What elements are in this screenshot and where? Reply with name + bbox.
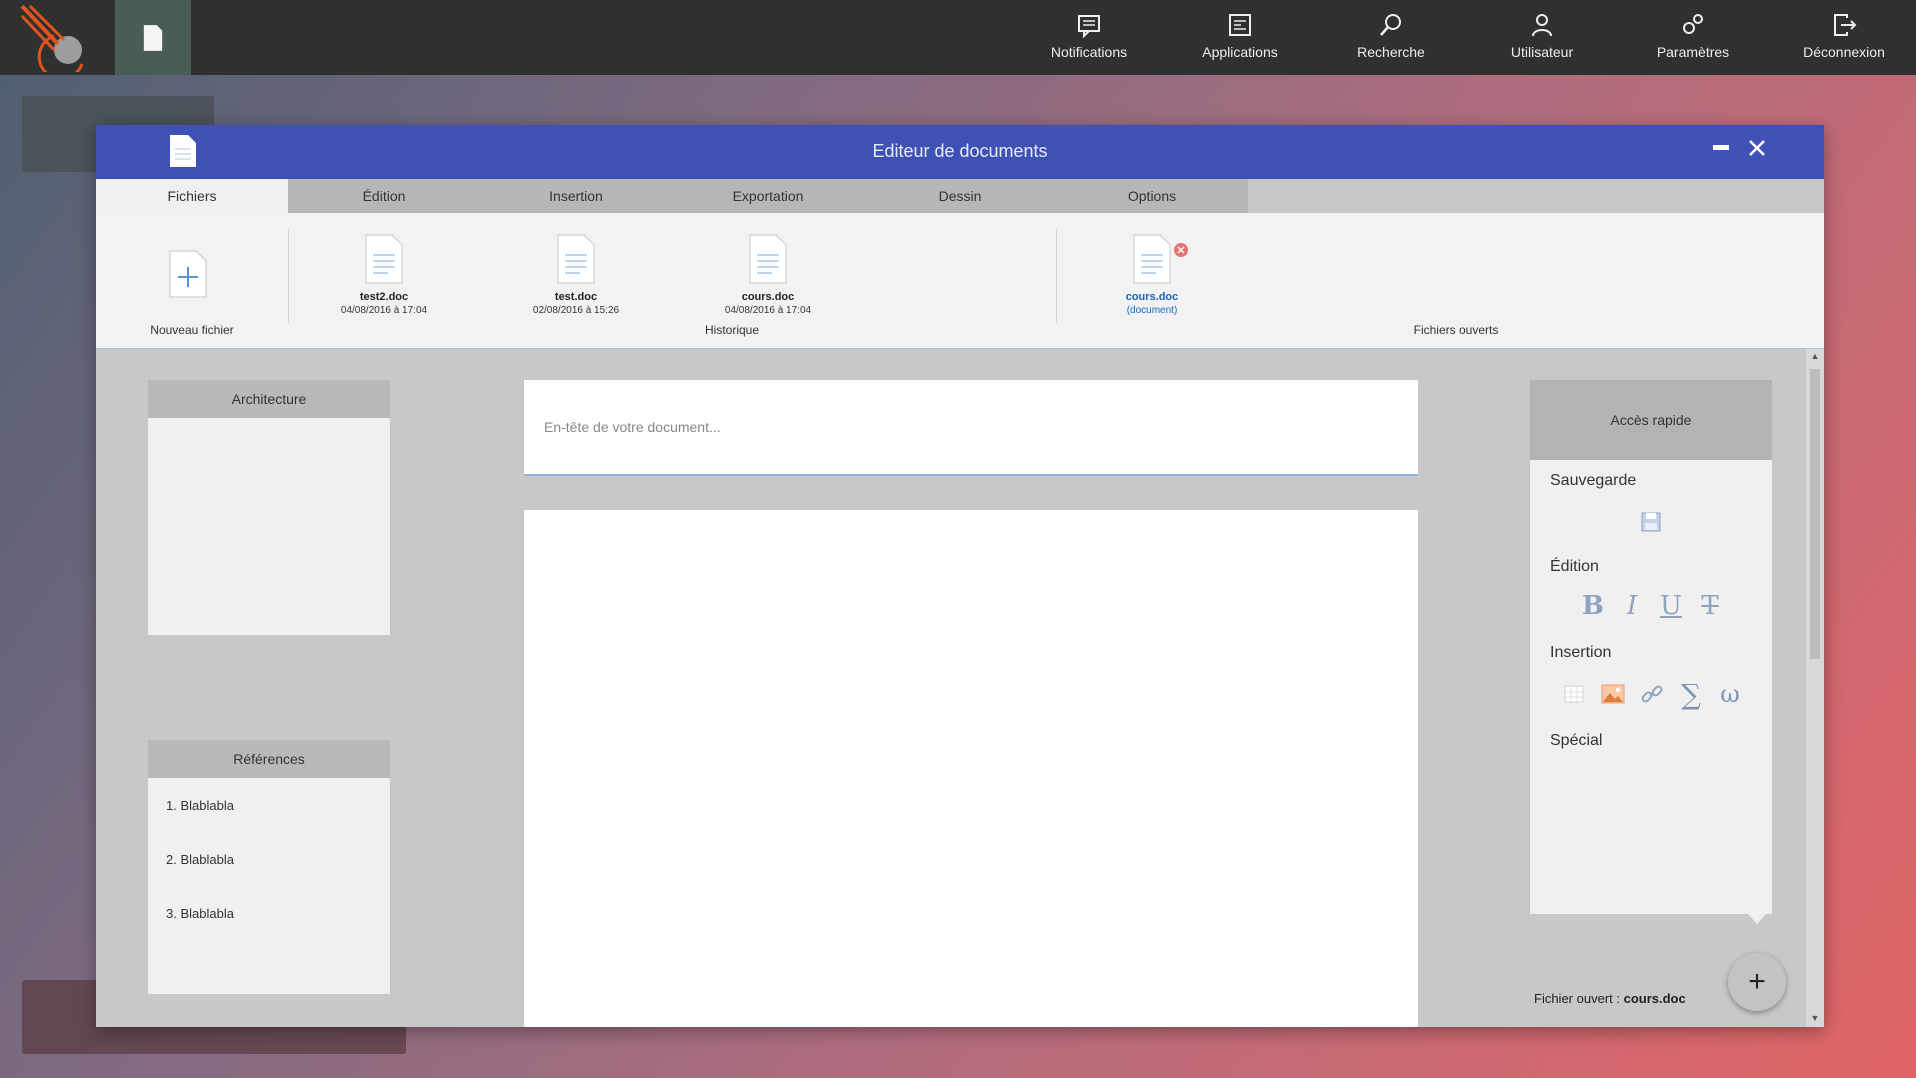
open-file-type: (document)	[1126, 305, 1178, 316]
history-file-test2[interactable]: test2.doc 04/08/2016 à 17:04	[314, 233, 454, 316]
new-file-button[interactable]	[168, 249, 208, 299]
open-file-status-name: cours.doc	[1623, 991, 1686, 1006]
nav-applications-label: Applications	[1202, 44, 1278, 60]
tab-options[interactable]: Options	[1056, 179, 1248, 213]
history-file-cours[interactable]: cours.doc 04/08/2016 à 17:04	[698, 233, 838, 316]
image-icon[interactable]	[1599, 680, 1627, 708]
nav-user-label: Utilisateur	[1510, 44, 1574, 60]
architecture-title: Architecture	[148, 380, 390, 418]
tab-exportation[interactable]: Exportation	[672, 179, 864, 213]
references-title: Références	[148, 740, 390, 778]
strikethrough-icon[interactable]: T	[1696, 591, 1724, 621]
open-file-status-prefix: Fichier ouvert :	[1534, 991, 1624, 1006]
search-icon	[1380, 14, 1401, 36]
minimize-icon[interactable]	[1710, 137, 1732, 159]
document-body-editor[interactable]	[524, 510, 1418, 1027]
document-editor-window: Editeur de documents Fichiers Édition In…	[96, 125, 1824, 1027]
document-header-input[interactable]	[524, 380, 1418, 474]
ribbon-separator	[288, 229, 289, 323]
document-app-icon[interactable]	[115, 0, 191, 75]
document-header-field[interactable]	[524, 380, 1418, 476]
open-file-status: Fichier ouvert : cours.doc	[1534, 991, 1686, 1006]
save-icon[interactable]	[1637, 508, 1665, 536]
user-icon	[1532, 14, 1552, 37]
quick-access-pointer	[1748, 914, 1766, 924]
scroll-down-icon[interactable]: ▼	[1810, 1013, 1820, 1023]
logout-icon	[1834, 14, 1857, 36]
link-icon[interactable]	[1638, 680, 1666, 708]
open-file-cours[interactable]: cours.doc (document)	[1082, 233, 1222, 316]
doc-file-icon	[365, 234, 403, 284]
formula-icon[interactable]: ∑	[1677, 678, 1705, 711]
quick-access-title: Accès rapide	[1530, 380, 1772, 460]
tab-insertion[interactable]: Insertion	[480, 179, 672, 213]
scrollbar-thumb[interactable]	[1810, 369, 1820, 659]
add-floating-button[interactable]: +	[1728, 953, 1786, 1011]
quick-access-panel: Accès rapide Sauvegarde Édition B I U T …	[1530, 380, 1772, 914]
top-bar: Notifications Applications Recherche Uti…	[0, 0, 1916, 81]
window-title: Editeur de documents	[872, 141, 1048, 161]
edit-section-label: Édition	[1550, 558, 1599, 575]
history-file-date: 04/08/2016 à 17:04	[340, 305, 428, 316]
new-file-label: Nouveau fichier	[150, 323, 234, 337]
nav-search-label: Recherche	[1357, 44, 1425, 60]
window-titlebar[interactable]: Editeur de documents	[96, 125, 1824, 179]
architecture-panel: Architecture	[148, 380, 390, 635]
tab-fichiers[interactable]: Fichiers	[96, 179, 288, 213]
history-file-name: test.doc	[554, 291, 598, 303]
nav-user[interactable]: Utilisateur	[1472, 0, 1612, 75]
nav-search[interactable]: Recherche	[1321, 0, 1461, 75]
reference-item[interactable]: 1. Blablabla	[166, 798, 234, 813]
doc-file-icon	[1133, 234, 1171, 284]
insert-section-label: Insertion	[1550, 644, 1612, 661]
notifications-icon	[1078, 15, 1100, 38]
nav-settings-label: Paramètres	[1656, 44, 1730, 60]
doc-file-icon	[557, 234, 595, 284]
ribbon-separator	[1056, 229, 1057, 323]
nav-logout[interactable]: Déconnexion	[1774, 0, 1914, 75]
history-file-date: 04/08/2016 à 17:04	[724, 305, 812, 316]
open-files-label: Fichiers ouverts	[1413, 323, 1499, 337]
nav-notifications[interactable]: Notifications	[1019, 0, 1159, 75]
settings-icon	[1683, 14, 1703, 34]
tab-edition[interactable]: Édition	[288, 179, 480, 213]
nav-logout-label: Déconnexion	[1803, 44, 1885, 60]
reference-item[interactable]: 3. Blablabla	[166, 906, 234, 921]
table-icon[interactable]	[1560, 680, 1588, 708]
files-ribbon: Nouveau fichier test2.doc 04/08/2016 à 1…	[96, 213, 1824, 349]
nav-settings[interactable]: Paramètres	[1623, 0, 1763, 75]
nav-notifications-label: Notifications	[1050, 44, 1128, 60]
open-file-name: cours.doc	[1125, 291, 1179, 303]
special-section-label: Spécial	[1550, 732, 1603, 749]
history-file-test[interactable]: test.doc 02/08/2016 à 15:26	[506, 233, 646, 316]
history-file-name: cours.doc	[741, 291, 795, 303]
vertical-scrollbar[interactable]: ▲ ▼	[1806, 349, 1824, 1027]
reference-item[interactable]: 2. Blablabla	[166, 852, 234, 867]
tab-dessin[interactable]: Dessin	[864, 179, 1056, 213]
nav-applications[interactable]: Applications	[1170, 0, 1310, 75]
bold-icon[interactable]: B	[1579, 591, 1607, 621]
history-file-date: 02/08/2016 à 15:26	[532, 305, 620, 316]
special-character-icon[interactable]: ω	[1716, 680, 1744, 708]
close-open-file-icon[interactable]	[1174, 243, 1188, 257]
applications-icon	[1229, 14, 1251, 36]
save-section-label: Sauvegarde	[1550, 472, 1637, 489]
ribbon-tabs: Fichiers Édition Insertion Exportation D…	[96, 179, 1248, 213]
history-file-name: test2.doc	[359, 291, 409, 303]
app-logo-icon[interactable]	[20, 4, 92, 81]
close-icon[interactable]	[1746, 137, 1768, 159]
history-label: Historique	[704, 323, 760, 337]
italic-icon[interactable]: I	[1618, 591, 1646, 621]
underline-icon[interactable]: U	[1657, 591, 1685, 621]
references-panel: Références 1. Blablabla 2. Blablabla 3. …	[148, 740, 390, 994]
doc-file-icon	[749, 234, 787, 284]
scroll-up-icon[interactable]: ▲	[1810, 351, 1820, 361]
